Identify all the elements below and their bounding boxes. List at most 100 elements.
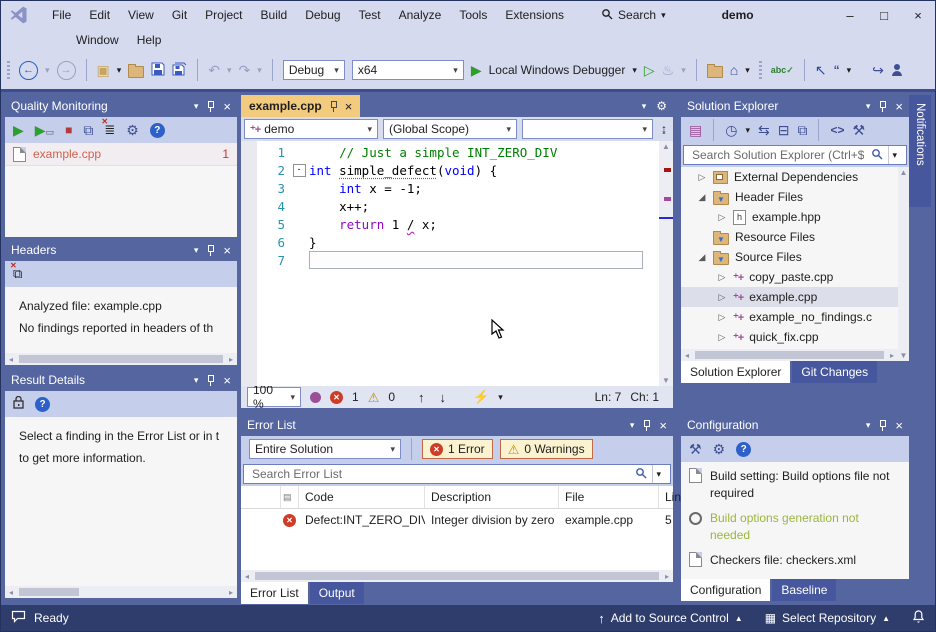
horizontal-scrollbar[interactable]: ◂▸ (681, 349, 898, 361)
code-line-6[interactable]: 6} (241, 233, 673, 251)
tree-item-resource-files[interactable]: Resource Files (681, 227, 898, 247)
chevron-down-icon[interactable]: ▾ (847, 66, 852, 75)
live-share-button[interactable] (891, 64, 903, 76)
settings-wrench-icon[interactable]: ⚙ (126, 123, 139, 137)
run-analysis-icon[interactable]: ▶ (13, 123, 24, 137)
window-position-icon[interactable]: ▾ (866, 102, 871, 111)
chevron-down-icon[interactable]: ▾ (656, 470, 661, 479)
close-icon[interactable]: × (659, 419, 667, 432)
collapse-all-icon[interactable]: ⊟ (778, 123, 790, 137)
properties-wrench-icon[interactable]: ⚒ (852, 123, 865, 137)
settings-gear-icon[interactable]: ⚙ (713, 442, 726, 456)
menu-edit[interactable]: Edit (80, 4, 119, 26)
tree-item-source-files[interactable]: ◢Source Files (681, 247, 898, 267)
add-to-source-control-button[interactable]: ↑ Add to Source Control ▲ (598, 611, 743, 626)
window-position-icon[interactable]: ▾ (194, 376, 199, 385)
chevron-down-icon[interactable]: ▾ (745, 66, 750, 75)
expander-collapsed-icon[interactable]: ▷ (717, 332, 727, 343)
expander-collapsed-icon[interactable]: ▷ (697, 172, 707, 183)
chevron-down-icon[interactable]: ▾ (681, 66, 686, 75)
tree-item-example-no-findings-c[interactable]: ▷⁺+example_no_findings.c (681, 307, 898, 327)
pin-icon[interactable] (206, 245, 215, 256)
chevron-down-icon[interactable]: ▾ (745, 126, 750, 135)
errors-toggle-button[interactable]: ✕ 1 Error (422, 439, 493, 459)
search-icon[interactable] (635, 467, 647, 482)
lock-icon[interactable] (13, 396, 24, 412)
clear-headers-icon[interactable]: ⧉✕ (13, 266, 22, 282)
bell-icon[interactable] (912, 610, 925, 627)
view-code-icon[interactable]: <> (830, 123, 844, 137)
close-icon[interactable]: × (223, 374, 231, 387)
headers-titlebar[interactable]: Headers ▾ × (5, 239, 237, 261)
undo-button[interactable]: ↶ (208, 63, 220, 77)
editor-error-count[interactable]: 1 (352, 390, 359, 404)
pin-icon[interactable] (878, 420, 887, 431)
tab-git-changes[interactable]: Git Changes (792, 361, 877, 383)
menu-tools[interactable]: Tools (450, 4, 496, 26)
column-header-code[interactable]: Code (299, 486, 425, 508)
select-repository-button[interactable]: ▦ Select Repository ▲ (765, 611, 890, 625)
expander-collapsed-icon[interactable]: ▷ (717, 292, 727, 303)
chevron-down-icon[interactable]: ▾ (498, 393, 503, 402)
chevron-down-icon[interactable]: ▾ (45, 66, 50, 75)
configuration-titlebar[interactable]: Configuration ▾ × (681, 414, 909, 436)
column-indicator[interactable]: Ch: 1 (630, 390, 659, 404)
code-line-3[interactable]: 3 int x = -1; (241, 179, 673, 197)
quality-monitoring-titlebar[interactable]: Quality Monitoring ▾ × (5, 95, 237, 117)
navigate-forward-button[interactable]: → (57, 61, 76, 80)
save-button[interactable] (151, 62, 165, 79)
tree-item-header-files[interactable]: ◢Header Files (681, 187, 898, 207)
expander-collapsed-icon[interactable]: ▷ (717, 272, 727, 283)
warnings-toggle-button[interactable]: ⚠ 0 Warnings (500, 439, 593, 459)
pending-changes-filter-icon[interactable]: ◷ (725, 123, 737, 137)
project-dropdown[interactable]: ⁺+ demo▾ (244, 119, 378, 139)
window-position-icon[interactable]: ▾ (630, 421, 635, 430)
result-details-titlebar[interactable]: Result Details ▾ × (5, 369, 237, 391)
select-tool-icon[interactable]: ↖ (815, 63, 827, 77)
find-in-files-button[interactable] (707, 66, 723, 78)
horizontal-scrollbar[interactable]: ◂▸ (241, 570, 673, 582)
pin-icon[interactable] (642, 420, 651, 431)
close-icon[interactable]: × (223, 100, 231, 113)
search-icon[interactable] (871, 148, 883, 163)
toolbar-grip[interactable] (759, 61, 762, 79)
chevron-down-icon[interactable]: ▾ (257, 66, 262, 75)
window-position-icon[interactable]: ▾ (194, 102, 199, 111)
menu-analyze[interactable]: Analyze (390, 4, 451, 26)
expander-expanded-icon[interactable]: ◢ (697, 252, 707, 263)
error-list-search[interactable]: ▾ (243, 464, 671, 484)
chevron-down-icon[interactable]: ▾ (117, 66, 122, 75)
tab-example-cpp[interactable]: example.cpp × (241, 95, 360, 117)
tab-list-chevron-icon[interactable]: ▾ (642, 102, 647, 111)
vertical-scrollbar[interactable]: ▲▼ (898, 167, 909, 361)
spell-check-button[interactable]: abc✓ (771, 65, 794, 76)
chevron-down-icon[interactable]: ▾ (632, 66, 637, 75)
close-icon[interactable]: × (223, 244, 231, 257)
tree-item-example-hpp[interactable]: ▷hexample.hpp (681, 207, 898, 227)
expander-collapsed-icon[interactable]: ▷ (717, 312, 727, 323)
menu-project[interactable]: Project (196, 4, 251, 26)
menu-view[interactable]: View (119, 4, 163, 26)
start-without-debug-button[interactable]: ▷ (644, 63, 655, 77)
code-line-1[interactable]: 1 // Just a simple INT_ZERO_DIV (241, 143, 673, 161)
horizontal-scrollbar[interactable]: ◂▸ (5, 353, 237, 365)
pin-icon[interactable] (329, 101, 338, 112)
intellisense-icon[interactable] (310, 392, 321, 403)
pin-icon[interactable] (206, 101, 215, 112)
solution-explorer-search[interactable]: ▾ (683, 145, 907, 165)
menu-debug[interactable]: Debug (296, 4, 349, 26)
clear-results-icon[interactable]: ≣✕ (104, 122, 115, 138)
pin-icon[interactable] (878, 101, 887, 112)
code-cleanup-icon[interactable]: ⚡ (473, 389, 489, 405)
feedback-icon[interactable] (11, 610, 26, 626)
tree-item-example-cpp[interactable]: ▷⁺+example.cpp (681, 287, 898, 307)
open-folder-button[interactable] (128, 66, 144, 78)
error-row[interactable]: ✕Defect:INT_ZERO_DIVInteger division by … (241, 509, 673, 531)
code-line-7[interactable]: 7 (241, 251, 673, 269)
menu-git[interactable]: Git (163, 4, 196, 26)
solution-explorer-button[interactable]: ⌂ (730, 63, 738, 77)
save-all-button[interactable] (172, 62, 187, 79)
close-icon[interactable]: × (345, 100, 353, 113)
run-file-analysis-icon[interactable]: ▶▭ (35, 123, 54, 137)
next-issue-arrow-icon[interactable]: ↓ (440, 390, 447, 405)
